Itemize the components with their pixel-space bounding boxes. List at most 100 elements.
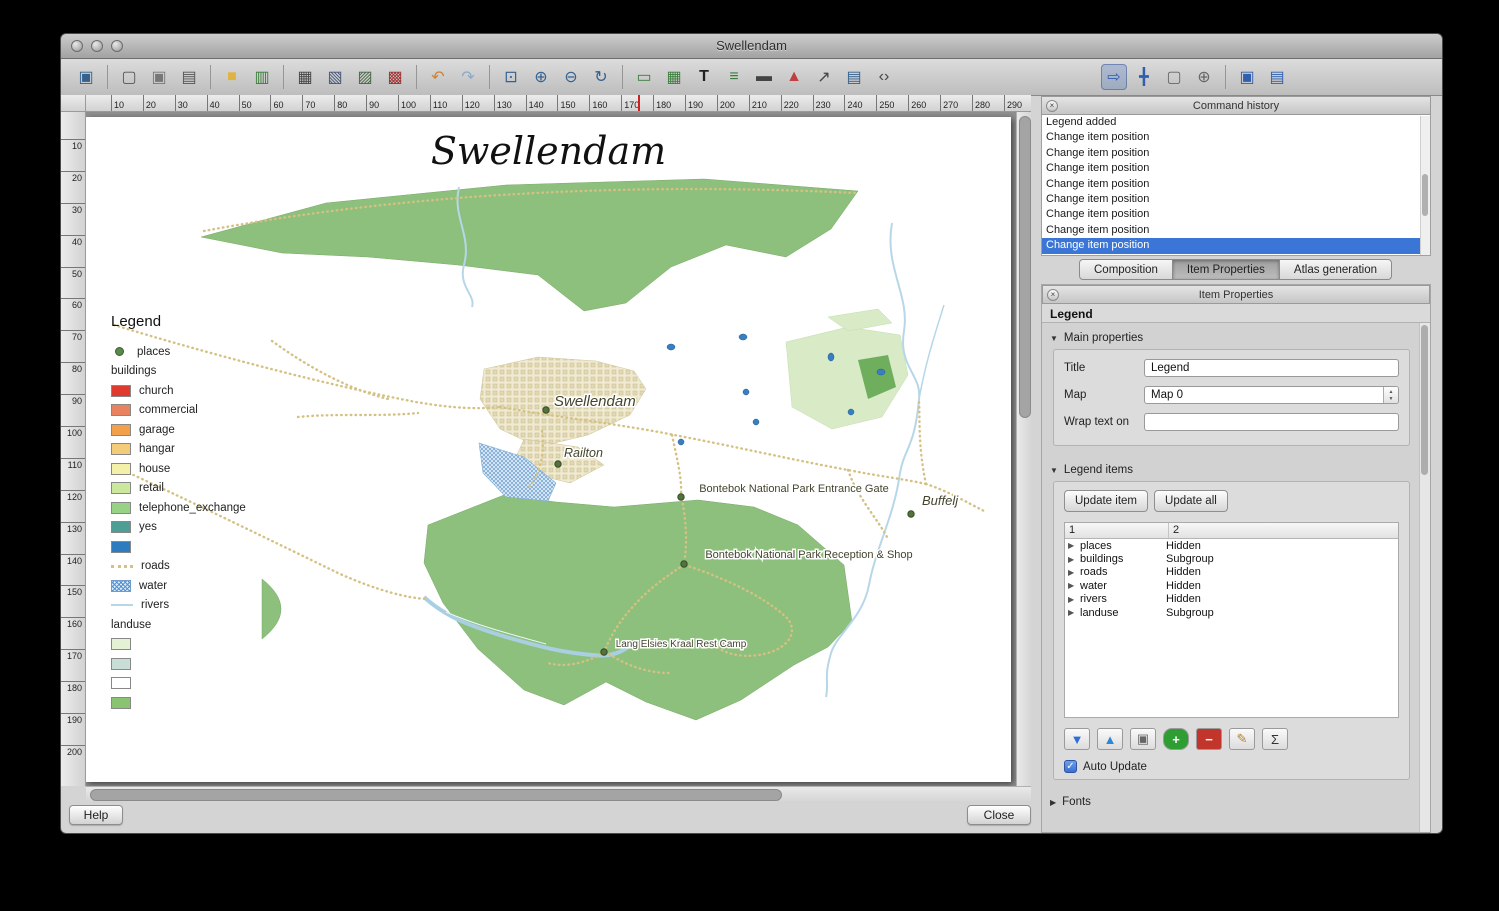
table-row[interactable]: ▶placesHidden: [1065, 539, 1398, 552]
edit-item-icon[interactable]: ✎: [1229, 728, 1255, 750]
canvas-vertical-scrollbar[interactable]: [1016, 112, 1031, 786]
update-item-button[interactable]: Update item: [1064, 490, 1148, 512]
panel-scrollbar[interactable]: [1419, 323, 1430, 832]
scrollbar-thumb[interactable]: [90, 789, 782, 801]
ruler-corner: [61, 95, 86, 112]
canvas-horizontal-scrollbar[interactable]: [86, 786, 1031, 801]
table-row[interactable]: ▶landuseSubgroup: [1065, 606, 1398, 619]
move-item-up-icon[interactable]: ▲: [1097, 728, 1123, 750]
export-svg-icon[interactable]: ▨: [352, 64, 378, 90]
table-row[interactable]: ▶buildingsSubgroup: [1065, 552, 1398, 565]
sum-icon[interactable]: Σ: [1262, 728, 1288, 750]
composition-title-label[interactable]: Swellendam: [86, 129, 1011, 173]
zoom-out-icon[interactable]: ⊖: [558, 64, 584, 90]
add-html-icon[interactable]: ‹›: [871, 64, 897, 90]
places-swatch: [115, 347, 124, 356]
open-folder-icon[interactable]: ■: [219, 64, 245, 90]
close-panel-icon[interactable]: ×: [1046, 100, 1058, 112]
composer-canvas[interactable]: Swellendam Railton Bontebok National Par…: [86, 112, 1031, 786]
align-items-icon[interactable]: ▤: [1264, 64, 1290, 90]
expander-icon[interactable]: ▶: [1068, 541, 1080, 550]
history-item[interactable]: Change item position: [1042, 223, 1430, 238]
tab-atlas-generation[interactable]: Atlas generation: [1279, 259, 1392, 280]
legend-item-on-page[interactable]: Legend places buildings church commercia…: [111, 313, 301, 713]
legend-items-section-header[interactable]: ▼ Legend items: [1050, 464, 1420, 476]
history-item[interactable]: Change item position: [1042, 177, 1430, 192]
history-item[interactable]: Change item position: [1042, 207, 1430, 222]
scrollbar-thumb[interactable]: [1019, 116, 1031, 418]
history-scrollbar[interactable]: [1420, 116, 1430, 255]
redo-icon[interactable]: ↷: [455, 64, 481, 90]
table-row[interactable]: ▶roadsHidden: [1065, 566, 1398, 579]
auto-update-checkbox[interactable]: ✓: [1064, 760, 1077, 773]
tab-item-properties[interactable]: Item Properties: [1172, 259, 1280, 280]
wrap-text-input[interactable]: [1144, 413, 1399, 431]
remove-item-icon[interactable]: −: [1196, 728, 1222, 750]
move-item-down-icon[interactable]: ▼: [1064, 728, 1090, 750]
save-as-template-icon[interactable]: ▥: [249, 64, 275, 90]
garage-swatch: [111, 424, 131, 436]
print-icon[interactable]: ▦: [292, 64, 318, 90]
expander-icon[interactable]: ▶: [1068, 595, 1080, 604]
duplicate-composition-icon[interactable]: ▣: [146, 64, 172, 90]
update-all-button[interactable]: Update all: [1154, 490, 1228, 512]
scrollbar-thumb[interactable]: [1421, 325, 1428, 475]
stepper-icon[interactable]: ▲▼: [1383, 387, 1398, 403]
zoom-item-icon[interactable]: ⊕: [1191, 64, 1217, 90]
add-table-icon[interactable]: ▤: [841, 64, 867, 90]
history-item[interactable]: Change item position: [1042, 146, 1430, 161]
add-item-icon[interactable]: +: [1163, 728, 1189, 750]
expander-icon[interactable]: ▶: [1068, 568, 1080, 577]
composer-manager-icon[interactable]: ▤: [176, 64, 202, 90]
select-item-icon[interactable]: ▢: [1161, 64, 1187, 90]
move-item-icon[interactable]: ⇨: [1101, 64, 1127, 90]
add-map-icon[interactable]: ▭: [631, 64, 657, 90]
refresh-icon[interactable]: ↻: [588, 64, 614, 90]
history-item[interactable]: Change item position: [1042, 192, 1430, 207]
expander-icon[interactable]: ▶: [1068, 608, 1080, 617]
legend-entry: [111, 654, 301, 674]
zoom-full-icon[interactable]: ⊡: [498, 64, 524, 90]
add-scalebar-icon[interactable]: ▬: [751, 64, 777, 90]
composition-page[interactable]: Swellendam Railton Bontebok National Par…: [86, 117, 1011, 782]
raise-items-icon[interactable]: ▣: [1234, 64, 1260, 90]
commercial-swatch: [111, 404, 131, 416]
chevron-down-icon: ▼: [1050, 466, 1058, 475]
copy-item-icon[interactable]: ▣: [1130, 728, 1156, 750]
help-button[interactable]: Help: [69, 805, 123, 825]
expander-icon[interactable]: ▶: [1068, 555, 1080, 564]
add-label-icon[interactable]: T: [691, 64, 717, 90]
table-row[interactable]: ▶riversHidden: [1065, 593, 1398, 606]
add-image-icon[interactable]: ▦: [661, 64, 687, 90]
undo-icon[interactable]: ↶: [425, 64, 451, 90]
close-panel-icon[interactable]: ×: [1047, 289, 1059, 301]
zoom-in-icon[interactable]: ⊕: [528, 64, 554, 90]
legend-entry: church: [111, 381, 301, 401]
pale-landuse-polygon: [828, 309, 892, 331]
title-input[interactable]: [1144, 359, 1399, 377]
history-item[interactable]: Change item position: [1042, 130, 1430, 145]
expander-icon[interactable]: ▶: [1068, 581, 1080, 590]
move-content-icon[interactable]: ╋: [1131, 64, 1157, 90]
table-row[interactable]: ▶waterHidden: [1065, 579, 1398, 592]
titlebar[interactable]: Swellendam: [61, 34, 1442, 59]
history-item[interactable]: Change item position: [1042, 161, 1430, 176]
add-arrow-icon[interactable]: ↗: [811, 64, 837, 90]
new-composition-icon[interactable]: ▢: [116, 64, 142, 90]
save-icon[interactable]: ▣: [73, 64, 99, 90]
main-properties-section-header[interactable]: ▼ Main properties: [1050, 332, 1420, 344]
fonts-section-header[interactable]: ▶ Fonts: [1050, 796, 1420, 808]
export-image-icon[interactable]: ▧: [322, 64, 348, 90]
export-pdf-icon[interactable]: ▩: [382, 64, 408, 90]
map-dropdown[interactable]: Map 0 ▲▼: [1144, 386, 1399, 404]
history-item[interactable]: Legend added: [1042, 115, 1430, 130]
legend-items-toolbar: ▼ ▲ ▣ + − ✎ Σ: [1064, 728, 1399, 750]
scrollbar-thumb[interactable]: [1422, 174, 1428, 216]
tab-composition[interactable]: Composition: [1079, 259, 1173, 280]
item-properties-header: × Item Properties: [1042, 285, 1430, 304]
add-shape-icon[interactable]: ▲: [781, 64, 807, 90]
history-item-selected[interactable]: Change item position: [1042, 238, 1430, 253]
command-history-panel: × Command history Legend added Change it…: [1041, 96, 1431, 256]
close-button[interactable]: Close: [967, 805, 1031, 825]
add-legend-icon[interactable]: ≡: [721, 64, 747, 90]
